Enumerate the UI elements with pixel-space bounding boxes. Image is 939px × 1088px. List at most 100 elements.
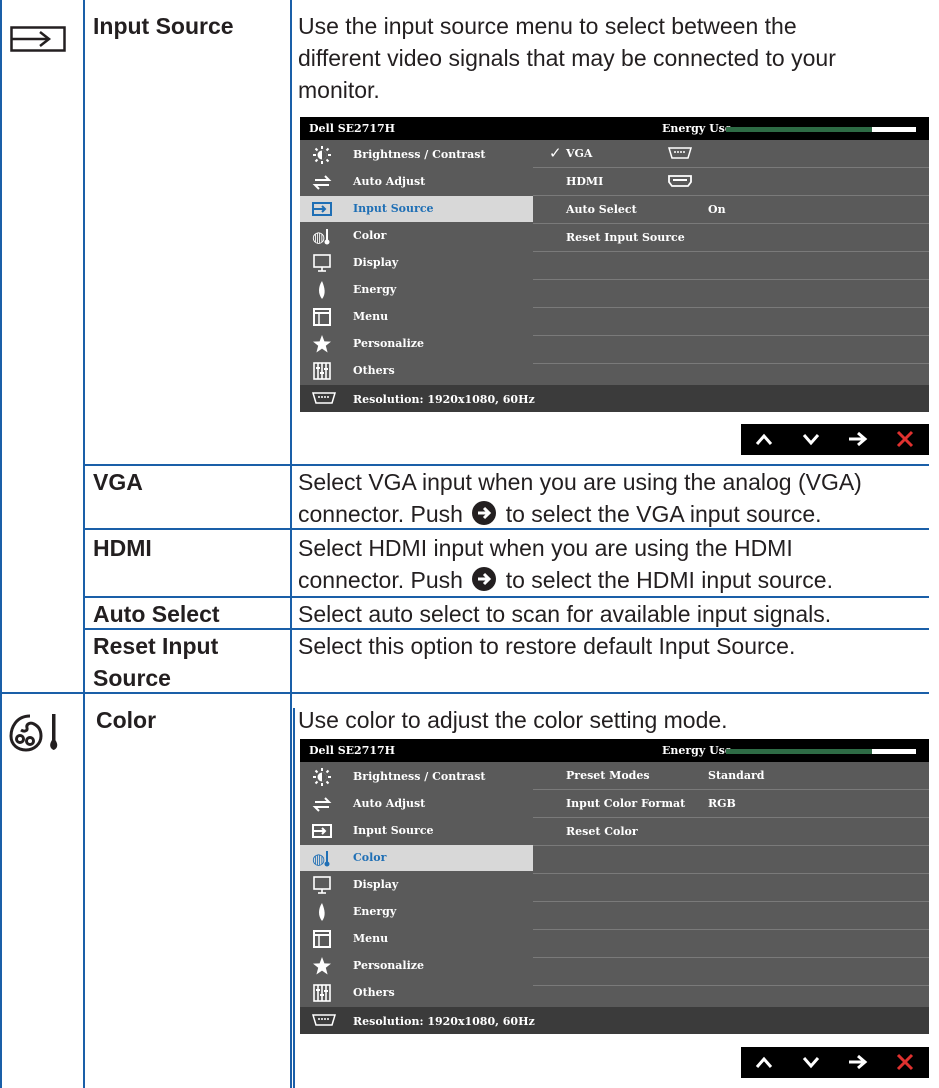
display-icon	[313, 254, 331, 272]
auto-adjust-icon	[312, 797, 332, 812]
submenu-value: On	[708, 203, 726, 216]
submenu-value: RGB	[708, 797, 736, 810]
input-source-icon	[10, 26, 66, 52]
osd-model: Dell SE2717H	[309, 122, 396, 135]
color-icon: ◍	[312, 850, 330, 868]
desc-text: to select the VGA input source.	[505, 501, 822, 527]
menu-item-label: Input Source	[353, 824, 434, 837]
table-border-col2-lower	[290, 664, 292, 1088]
desc-line: monitor.	[298, 77, 380, 103]
exit-button[interactable]	[882, 1047, 929, 1078]
submenu-input-color-format[interactable]: Input Color Format RGB	[533, 790, 929, 818]
submenu-empty-row	[533, 280, 929, 308]
desc-line: connector. Push to select the HDMI input…	[298, 564, 928, 596]
menu-item-personalize[interactable]: Personalize	[300, 331, 533, 357]
down-button[interactable]	[788, 424, 835, 455]
table-border-col1	[83, 0, 85, 1088]
submenu-empty-row	[533, 958, 929, 986]
osd-color: Dell SE2717H Energy Use Brightness / Con…	[300, 739, 929, 1034]
submenu-label: VGA	[566, 147, 593, 160]
submenu-auto-select[interactable]: Auto Select On	[533, 196, 929, 224]
osd-nav-buttons	[741, 1047, 929, 1078]
row-label-color: Color	[96, 707, 157, 733]
label-line: Reset Input	[93, 633, 219, 659]
submenu-reset-input-source[interactable]: Reset Input Source	[533, 224, 929, 252]
down-icon	[802, 434, 820, 446]
osd-body: Brightness / Contrast Auto Adjust Input …	[300, 140, 929, 385]
menu-item-brightness[interactable]: Brightness / Contrast	[300, 764, 533, 790]
menu-item-auto-adjust[interactable]: Auto Adjust	[300, 791, 533, 817]
submenu-empty-row	[533, 874, 929, 902]
row-desc-vga: Select VGA input when you are using the …	[298, 466, 928, 530]
menu-item-label: Energy	[353, 283, 397, 296]
osd-body: Brightness / Contrast Auto Adjust Input …	[300, 762, 929, 1007]
down-button[interactable]	[788, 1047, 835, 1078]
menu-item-personalize[interactable]: Personalize	[300, 953, 533, 979]
menu-item-auto-adjust[interactable]: Auto Adjust	[300, 169, 533, 195]
menu-item-menu[interactable]: Menu	[300, 304, 533, 330]
menu-item-label: Color	[353, 229, 387, 242]
down-icon	[802, 1057, 820, 1069]
energy-use-bar	[726, 127, 916, 132]
svg-text:◍: ◍	[312, 228, 325, 246]
desc-line: Use the input source menu to select betw…	[298, 13, 797, 39]
menu-item-energy[interactable]: Energy	[300, 277, 533, 303]
table-border-left	[0, 0, 2, 1088]
menu-item-color[interactable]: ◍ Color	[300, 845, 533, 871]
brightness-icon	[313, 768, 331, 786]
auto-adjust-icon	[312, 175, 332, 190]
submenu-value: Standard	[708, 769, 765, 782]
row-desc-input-source: Use the input source menu to select betw…	[298, 10, 928, 106]
menu-item-brightness[interactable]: Brightness / Contrast	[300, 142, 533, 168]
submenu-empty-row	[533, 902, 929, 930]
row-desc-auto-select: Select auto select to scan for available…	[298, 601, 832, 627]
osd-titlebar: Dell SE2717H Energy Use	[300, 739, 929, 762]
osd-menu-list: Brightness / Contrast Auto Adjust Input …	[300, 762, 533, 1007]
menu-item-label: Auto Adjust	[353, 175, 426, 188]
submenu-reset-color[interactable]: Reset Color	[533, 818, 929, 846]
menu-item-menu[interactable]: Menu	[300, 926, 533, 952]
menu-item-label: Personalize	[353, 959, 425, 972]
up-button[interactable]	[741, 424, 788, 455]
others-icon	[313, 362, 331, 380]
star-icon	[313, 335, 331, 353]
submenu-label: Reset Color	[566, 825, 638, 838]
submenu-hdmi[interactable]: HDMI	[533, 168, 929, 196]
osd-model: Dell SE2717H	[309, 744, 396, 757]
desc-text: to select the HDMI input source.	[505, 567, 833, 593]
row-label-auto-select: Auto Select	[93, 601, 220, 627]
exit-icon	[896, 430, 914, 448]
exit-button[interactable]	[882, 424, 929, 455]
menu-item-label: Menu	[353, 932, 389, 945]
menu-item-input-source[interactable]: Input Source	[300, 196, 533, 222]
menu-item-others[interactable]: Others	[300, 980, 533, 1006]
osd-submenu: Preset Modes Standard Input Color Format…	[533, 762, 929, 1007]
enter-button[interactable]	[835, 1047, 882, 1078]
brightness-icon	[313, 146, 331, 164]
enter-icon	[849, 1054, 868, 1070]
menu-item-color[interactable]: ◍ Color	[300, 223, 533, 249]
submenu-label: Preset Modes	[566, 769, 650, 782]
up-button[interactable]	[741, 1047, 788, 1078]
row-label-input-source: Input Source	[93, 13, 234, 39]
submenu-preset-modes[interactable]: Preset Modes Standard	[533, 762, 929, 790]
input-source-icon	[312, 202, 332, 216]
color-icon	[9, 714, 58, 752]
enter-icon	[472, 501, 497, 525]
menu-item-display[interactable]: Display	[300, 872, 533, 898]
row-label-reset-input-source: Reset Input Source	[93, 630, 218, 694]
enter-button[interactable]	[835, 424, 882, 455]
menu-item-energy[interactable]: Energy	[300, 899, 533, 925]
menu-item-input-source[interactable]: Input Source	[300, 818, 533, 844]
osd-resolution: Resolution: 1920x1080, 60Hz	[353, 1015, 535, 1028]
submenu-empty-row	[533, 846, 929, 874]
label-line: Source	[93, 665, 171, 691]
row-desc-reset-input-source: Select this option to restore default In…	[298, 633, 796, 659]
energy-use-fill	[726, 127, 873, 132]
submenu-label: HDMI	[566, 175, 604, 188]
menu-item-display[interactable]: Display	[300, 250, 533, 276]
menu-item-others[interactable]: Others	[300, 358, 533, 384]
submenu-vga[interactable]: ✓ VGA	[533, 140, 929, 168]
desc-line: Select HDMI input when you are using the…	[298, 535, 793, 561]
osd-energy-label: Energy Use	[662, 122, 732, 135]
